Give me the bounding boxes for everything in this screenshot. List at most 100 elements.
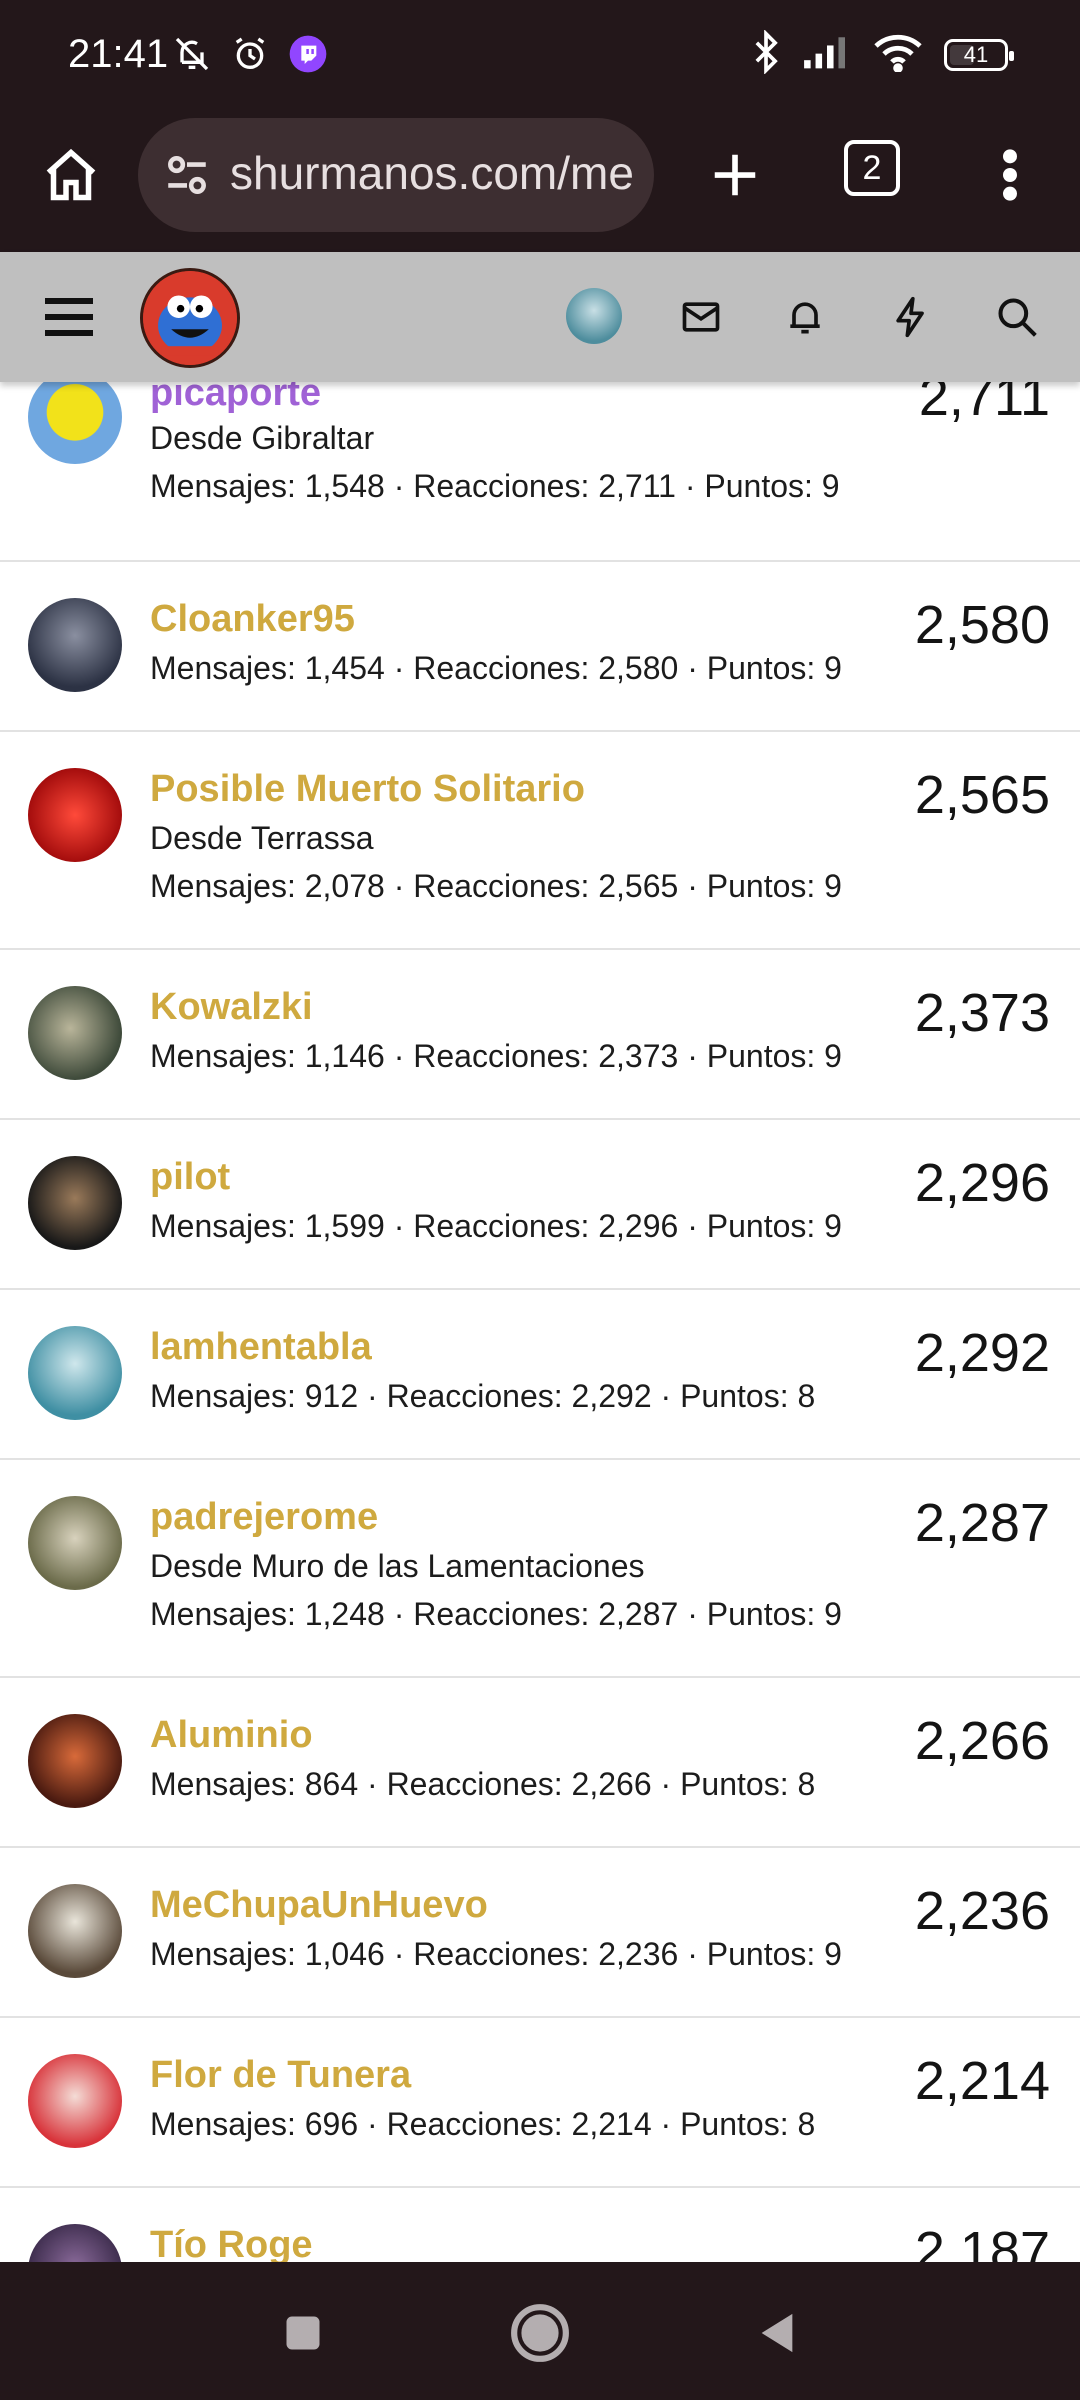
member-score: 2,292 — [914, 1323, 1050, 1383]
menu-button[interactable] — [32, 280, 106, 354]
member-avatar[interactable] — [28, 382, 122, 464]
signal-icon — [802, 34, 852, 75]
member-location: Desde Gibraltar — [150, 420, 375, 456]
member-score: 2,236 — [914, 1881, 1050, 1941]
tab-count: 2 — [862, 148, 882, 187]
hamburger-icon — [45, 298, 93, 336]
member-avatar[interactable] — [28, 1496, 122, 1590]
site-settings-icon — [168, 156, 206, 194]
twitch-icon — [288, 34, 328, 79]
bell-icon — [790, 302, 820, 334]
status-left-icons — [172, 34, 328, 79]
member-row[interactable]: Posible Muerto Solitario Desde Terrassa … — [0, 732, 1080, 950]
member-score: 2,565 — [914, 765, 1050, 825]
plus-icon — [714, 154, 756, 196]
member-score: 2,711 — [918, 382, 1050, 427]
member-avatar[interactable] — [28, 2224, 122, 2262]
member-score: 2,214 — [914, 2051, 1050, 2111]
member-row[interactable]: pilot Mensajes: 1,599 · Reacciones: 2,29… — [0, 1120, 1080, 1290]
user-avatar[interactable] — [566, 288, 622, 344]
battery-indicator: 41 — [944, 38, 1014, 71]
notifications-button[interactable] — [768, 280, 842, 354]
member-list: picaporte Desde Gibraltar Mensajes: 1,54… — [0, 382, 1080, 2262]
circle-icon — [511, 2304, 569, 2362]
member-score: 2,373 — [914, 983, 1050, 1043]
status-bar: 21:41 41 — [0, 0, 1080, 118]
member-name[interactable]: Flor de Tunera — [150, 2054, 411, 2097]
member-row[interactable]: Cloanker95 Mensajes: 1,454 · Reacciones:… — [0, 562, 1080, 732]
member-row[interactable]: picaporte Desde Gibraltar Mensajes: 1,54… — [0, 382, 1080, 562]
member-name[interactable]: picaporte — [150, 382, 321, 415]
member-stats: Mensajes: 2,078 · Reacciones: 2,565 · Pu… — [150, 868, 842, 904]
member-name[interactable]: Tío Roge — [150, 2224, 313, 2262]
status-right-icons: 41 — [750, 29, 1014, 79]
member-name[interactable]: Aluminio — [150, 1714, 313, 1757]
member-name[interactable]: Posible Muerto Solitario — [150, 768, 585, 811]
member-avatar[interactable] — [28, 768, 122, 862]
member-row[interactable]: Kowalzki Mensajes: 1,146 · Reacciones: 2… — [0, 950, 1080, 1120]
member-avatar[interactable] — [28, 1884, 122, 1978]
member-avatar[interactable] — [28, 1326, 122, 1420]
bluetooth-icon — [750, 29, 782, 79]
member-row[interactable]: lamhentabla Mensajes: 912 · Reacciones: … — [0, 1290, 1080, 1460]
system-nav-bar — [0, 2262, 1080, 2400]
member-stats: Mensajes: 696 · Reacciones: 2,214 · Punt… — [150, 2106, 816, 2142]
status-time: 21:41 — [68, 32, 169, 76]
search-icon — [998, 298, 1037, 337]
recents-button[interactable] — [268, 2298, 338, 2368]
alarm-icon — [230, 34, 270, 79]
member-stats: Mensajes: 1,454 · Reacciones: 2,580 · Pu… — [150, 650, 842, 686]
back-button[interactable] — [742, 2298, 812, 2368]
tab-switcher-button[interactable]: 2 — [844, 140, 900, 196]
member-avatar[interactable] — [28, 2054, 122, 2148]
member-stats: Mensajes: 1,548 · Reacciones: 2,711 · Pu… — [150, 468, 840, 504]
member-stats: Mensajes: 912 · Reacciones: 2,292 · Punt… — [150, 1378, 816, 1414]
member-name[interactable]: Cloanker95 — [150, 598, 355, 641]
member-name[interactable]: MeChupaUnHuevo — [150, 1884, 488, 1927]
member-row[interactable]: Flor de Tunera Mensajes: 696 · Reaccione… — [0, 2018, 1080, 2188]
member-score: 2,266 — [914, 1711, 1050, 1771]
home-button[interactable] — [36, 140, 106, 210]
whats-new-button[interactable] — [874, 280, 948, 354]
member-stats: Mensajes: 864 · Reacciones: 2,266 · Punt… — [150, 1766, 816, 1802]
bell-off-icon — [172, 34, 212, 79]
wifi-icon — [872, 32, 924, 77]
member-row[interactable]: padrejerome Desde Muro de las Lamentacio… — [0, 1460, 1080, 1678]
back-triangle-icon — [761, 2313, 793, 2353]
site-logo[interactable] — [140, 268, 240, 368]
member-avatar[interactable] — [28, 598, 122, 692]
url-text: shurmanos.com/me — [230, 147, 634, 199]
search-button[interactable] — [980, 280, 1054, 354]
home-nav-button[interactable] — [505, 2298, 575, 2368]
site-header — [0, 252, 1080, 382]
member-name[interactable]: lamhentabla — [150, 1326, 372, 1369]
member-stats: Mensajes: 1,146 · Reacciones: 2,373 · Pu… — [150, 1038, 842, 1074]
member-avatar[interactable] — [28, 986, 122, 1080]
member-location: Desde Muro de las Lamentaciones — [150, 1548, 645, 1584]
member-score: 2,187 — [914, 2221, 1050, 2262]
member-location: Desde Terrassa — [150, 820, 374, 856]
member-stats: Mensajes: 1,248 · Reacciones: 2,287 · Pu… — [150, 1596, 842, 1632]
browser-toolbar: shurmanos.com/me 2 — [0, 118, 1080, 252]
member-row[interactable]: Tío Roge 2,187 — [0, 2188, 1080, 2262]
member-score: 2,287 — [914, 1493, 1050, 1553]
member-name[interactable]: pilot — [150, 1156, 230, 1199]
more-vert-icon — [1003, 149, 1017, 201]
new-tab-button[interactable] — [700, 140, 770, 210]
member-name[interactable]: Kowalzki — [150, 986, 313, 1029]
member-row[interactable]: MeChupaUnHuevo Mensajes: 1,046 · Reaccio… — [0, 1848, 1080, 2018]
member-name[interactable]: padrejerome — [150, 1496, 378, 1539]
member-avatar[interactable] — [28, 1714, 122, 1808]
member-avatar[interactable] — [28, 1156, 122, 1250]
envelope-icon — [682, 302, 720, 332]
member-row[interactable]: Aluminio Mensajes: 864 · Reacciones: 2,2… — [0, 1678, 1080, 1848]
more-options-button[interactable] — [990, 140, 1030, 210]
member-score: 2,296 — [914, 1153, 1050, 1213]
square-icon — [286, 2316, 320, 2350]
messages-button[interactable] — [664, 280, 738, 354]
member-stats: Mensajes: 1,046 · Reacciones: 2,236 · Pu… — [150, 1936, 842, 1972]
member-score: 2,580 — [914, 595, 1050, 655]
bolt-icon — [896, 296, 924, 338]
home-icon — [46, 148, 96, 201]
address-bar[interactable]: shurmanos.com/me — [138, 118, 654, 232]
